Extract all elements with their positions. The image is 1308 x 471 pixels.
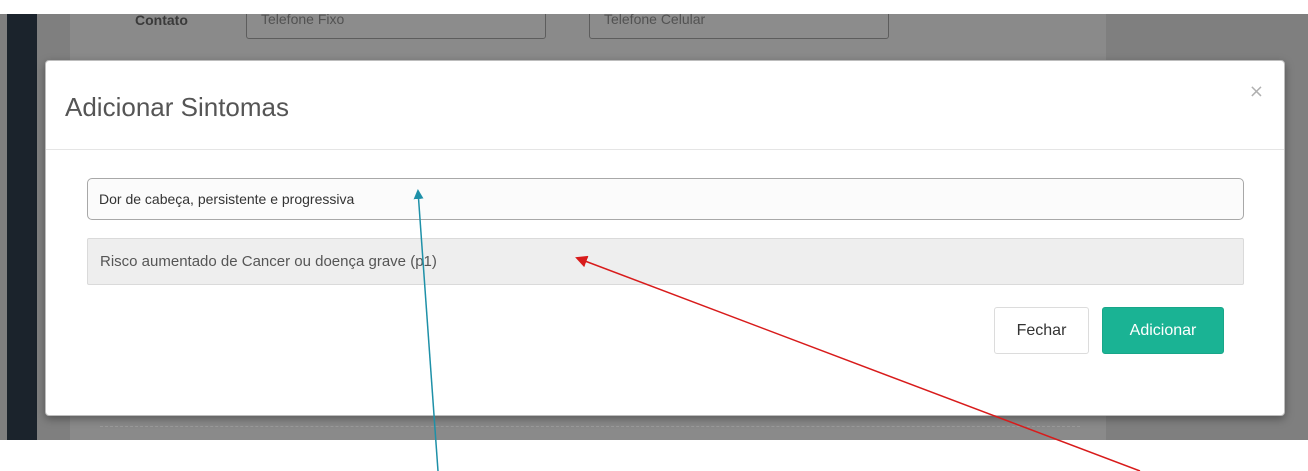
close-icon[interactable]: × — [1249, 81, 1264, 102]
modal-header: Adicionar Sintomas × — [46, 61, 1284, 150]
phone-mobile-field[interactable]: Telefone Celular — [589, 14, 889, 39]
screenshot: Contato Telefone Fixo Telefone Celular A… — [0, 14, 1308, 440]
add-symptoms-modal: Adicionar Sintomas × Risco aumentado de … — [45, 60, 1285, 416]
risk-alert: Risco aumentado de Cancer ou doença grav… — [87, 238, 1244, 285]
close-button[interactable]: Fechar — [994, 307, 1089, 354]
add-button[interactable]: Adicionar — [1102, 307, 1224, 354]
divider — [100, 426, 1080, 427]
sidebar — [7, 14, 37, 440]
symptom-input[interactable] — [87, 178, 1244, 220]
phone-fixed-field[interactable]: Telefone Fixo — [246, 14, 546, 39]
contact-label: Contato — [135, 14, 188, 28]
modal-title: Adicionar Sintomas — [65, 92, 289, 122]
